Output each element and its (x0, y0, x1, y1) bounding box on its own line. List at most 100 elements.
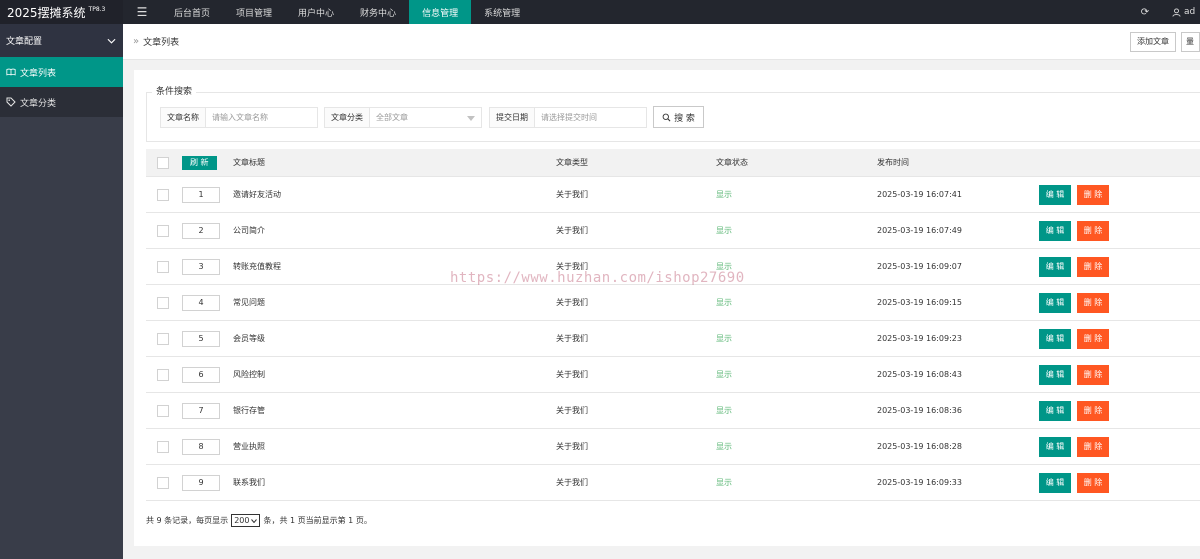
order-input[interactable]: 1 (182, 186, 220, 203)
order-input[interactable]: 7 (182, 402, 220, 419)
row-actions: 编 辑 删 除 (1039, 213, 1109, 248)
article-type: 关于我们 (556, 262, 588, 271)
article-title: 转账充值教程 (233, 262, 281, 271)
user-menu[interactable]: ad (1160, 0, 1200, 24)
row-actions: 编 辑 删 除 (1039, 357, 1109, 392)
refresh-button[interactable]: 刷 新 (182, 155, 217, 170)
article-status: 显示 (716, 190, 732, 199)
article-type: 关于我们 (556, 442, 588, 451)
nav-item-finance[interactable]: 财务中心 (347, 0, 409, 24)
sidebar-group-label: 文章配置 (6, 37, 43, 47)
select-all-checkbox[interactable] (157, 156, 169, 169)
row-actions: 编 辑 删 除 (1039, 393, 1109, 428)
search-category-group: 文章分类 全部文章 (324, 107, 482, 128)
row-order-cell: 3 (182, 249, 220, 284)
edit-button[interactable]: 编 辑 (1039, 400, 1071, 421)
row-checkbox[interactable] (157, 332, 169, 345)
article-time: 2025-03-19 16:08:28 (877, 442, 962, 451)
caret-down-icon (467, 116, 475, 121)
article-time: 2025-03-19 16:08:43 (877, 370, 962, 379)
row-checkbox[interactable] (157, 224, 169, 237)
nav-item-info[interactable]: 信息管理 (409, 0, 472, 24)
order-input[interactable]: 9 (182, 474, 220, 491)
order-input[interactable]: 5 (182, 330, 220, 347)
nav-item-system[interactable]: 系统管理 (471, 0, 533, 24)
sidebar-item-article-category[interactable]: 文章分类 (0, 87, 123, 117)
row-checkbox[interactable] (157, 260, 169, 273)
article-status: 显示 (716, 406, 732, 415)
delete-button[interactable]: 删 除 (1077, 292, 1109, 313)
delete-button[interactable]: 删 除 (1077, 364, 1109, 385)
order-input[interactable]: 8 (182, 438, 220, 455)
row-checkbox-cell (157, 285, 169, 320)
order-input[interactable]: 4 (182, 294, 220, 311)
article-time: 2025-03-19 16:07:49 (877, 226, 962, 235)
article-time: 2025-03-19 16:08:36 (877, 406, 962, 415)
delete-button[interactable]: 删 除 (1077, 220, 1109, 241)
extra-action-button[interactable]: 量 (1181, 31, 1200, 52)
sidebar-item-label: 文章列表 (20, 68, 57, 79)
user-name: ad (1184, 7, 1196, 17)
search-name-input[interactable]: 请输入文章名称 (206, 108, 317, 127)
edit-button[interactable]: 编 辑 (1039, 436, 1071, 457)
edit-button[interactable]: 编 辑 (1039, 328, 1071, 349)
delete-button[interactable]: 删 除 (1077, 256, 1109, 277)
row-checkbox[interactable] (157, 188, 169, 201)
edit-button[interactable]: 编 辑 (1039, 184, 1071, 205)
row-checkbox[interactable] (157, 440, 169, 453)
edit-button[interactable]: 编 辑 (1039, 256, 1071, 277)
article-title: 邀请好友活动 (233, 190, 281, 199)
menu-toggle-icon[interactable]: ☰ (123, 0, 161, 24)
edit-button[interactable]: 编 辑 (1039, 364, 1071, 385)
row-order-cell: 2 (182, 213, 220, 248)
add-article-button[interactable]: 添加文章 (1130, 31, 1176, 52)
row-actions: 编 辑 删 除 (1039, 285, 1109, 320)
sidebar-item-article-list[interactable]: 文章列表 (0, 57, 123, 87)
row-checkbox[interactable] (157, 404, 169, 417)
delete-button[interactable]: 删 除 (1077, 400, 1109, 421)
page-size-select[interactable]: 200 (231, 514, 261, 527)
chevron-down-icon (107, 38, 116, 44)
app-title: 2025摆摊系统 (7, 5, 86, 20)
nav-item-users[interactable]: 用户中心 (285, 0, 347, 24)
sidebar-item-label: 文章分类 (20, 98, 57, 109)
refresh-icon[interactable]: ⟳ (1130, 0, 1160, 24)
article-type: 关于我们 (556, 298, 588, 307)
row-checkbox[interactable] (157, 368, 169, 381)
row-actions: 编 辑 删 除 (1039, 177, 1109, 212)
article-title: 联系我们 (233, 478, 265, 487)
nav-item-home[interactable]: 后台首页 (161, 0, 223, 24)
search-date-group: 提交日期 请选择提交时间 (489, 107, 647, 128)
search-button[interactable]: 搜 索 (653, 106, 704, 128)
order-input[interactable]: 3 (182, 258, 220, 275)
order-input[interactable]: 2 (182, 222, 220, 239)
row-checkbox[interactable] (157, 296, 169, 309)
edit-button[interactable]: 编 辑 (1039, 292, 1071, 313)
edit-button[interactable]: 编 辑 (1039, 220, 1071, 241)
search-date-label: 提交日期 (490, 108, 535, 127)
table-row: 6 风险控制 关于我们 显示 2025-03-19 16:08:43 编 辑 删… (146, 357, 1200, 393)
content-card: 条件搜索 文章名称 请输入文章名称 文章分类 全部文章 提交日期 请选择提交时间… (134, 70, 1200, 546)
search-category-select[interactable]: 全部文章 (370, 108, 481, 127)
row-checkbox[interactable] (157, 476, 169, 489)
search-icon (662, 113, 671, 121)
nav-item-projects[interactable]: 项目管理 (223, 0, 285, 24)
row-order-cell: 8 (182, 429, 220, 464)
edit-button[interactable]: 编 辑 (1039, 472, 1071, 493)
tag-icon (6, 97, 16, 107)
article-type: 关于我们 (556, 226, 588, 235)
article-status: 显示 (716, 478, 732, 487)
delete-button[interactable]: 删 除 (1077, 328, 1109, 349)
article-time: 2025-03-19 16:09:15 (877, 298, 962, 307)
article-time: 2025-03-19 16:09:33 (877, 478, 962, 487)
search-date-input[interactable]: 请选择提交时间 (535, 108, 646, 127)
sidebar-group-article-config[interactable]: 文章配置 (0, 24, 123, 57)
delete-button[interactable]: 删 除 (1077, 184, 1109, 205)
row-actions: 编 辑 删 除 (1039, 465, 1109, 500)
delete-button[interactable]: 删 除 (1077, 436, 1109, 457)
app-logo[interactable]: 2025摆摊系统 TP8.3 (0, 0, 123, 24)
row-order-cell: 7 (182, 393, 220, 428)
delete-button[interactable]: 删 除 (1077, 472, 1109, 493)
order-input[interactable]: 6 (182, 366, 220, 383)
article-title: 营业执照 (233, 442, 265, 451)
